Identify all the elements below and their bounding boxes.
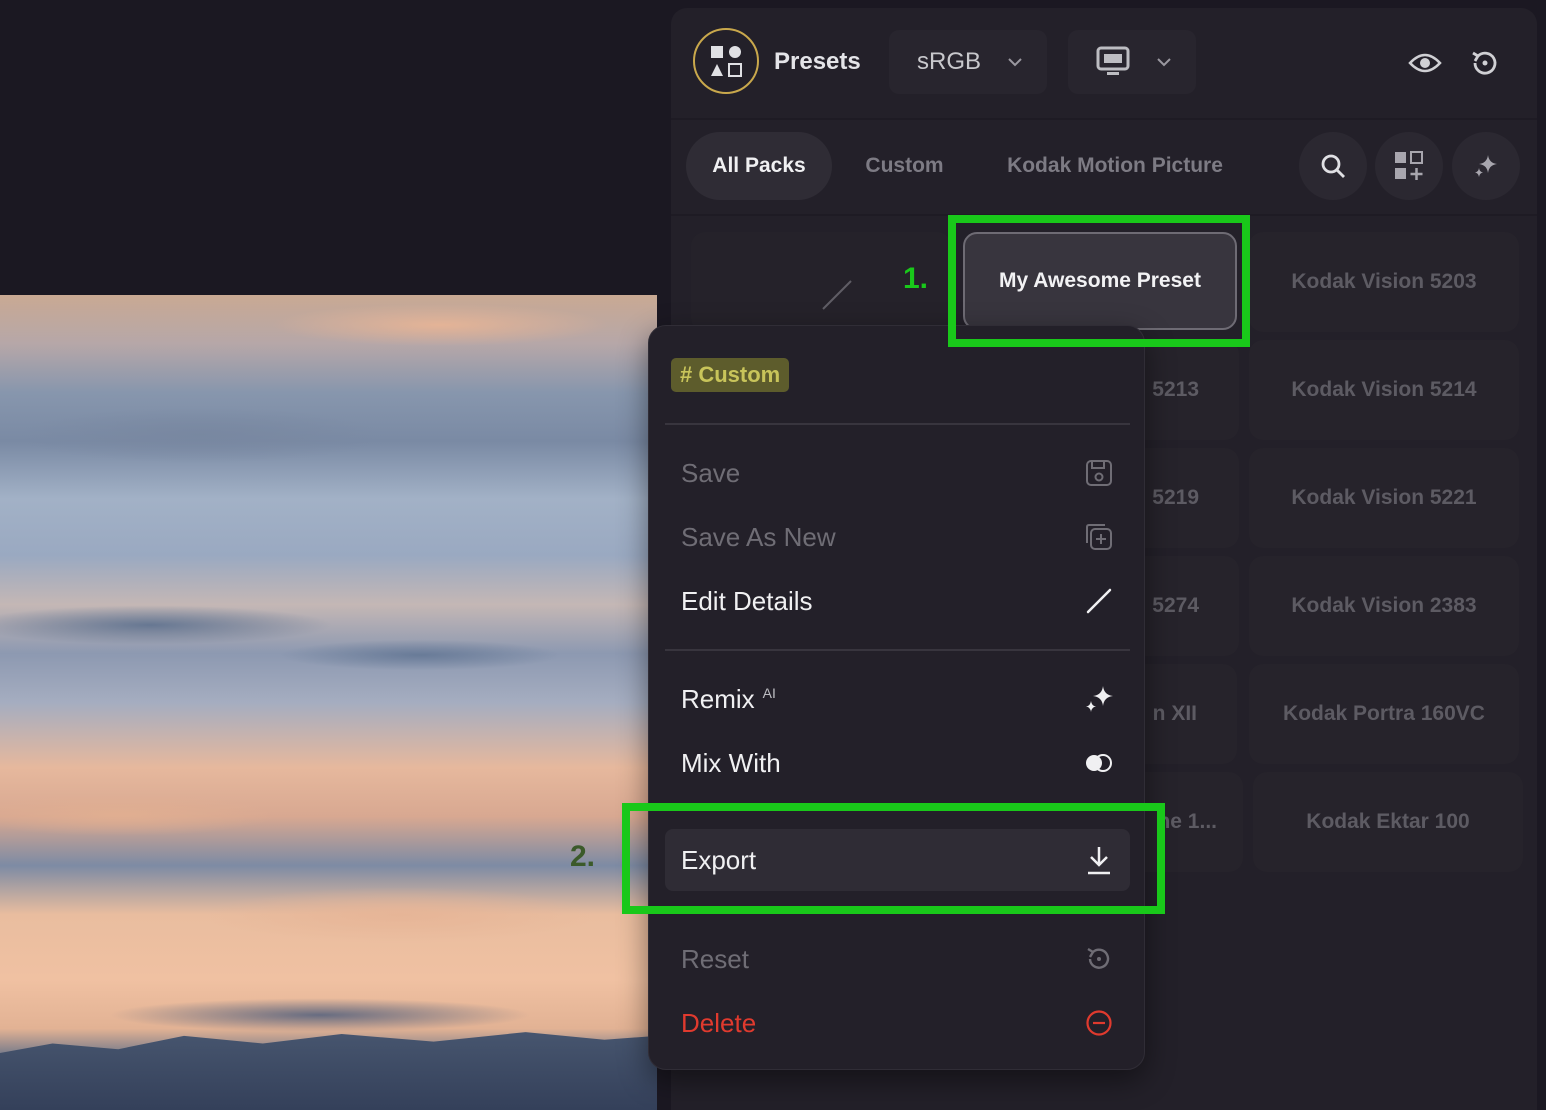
search-button[interactable] [1299,132,1367,200]
history-reset-icon[interactable] [1468,46,1502,80]
menu-item-mix-with[interactable]: Mix With [665,732,1130,794]
menu-divider [665,423,1130,425]
annotation-box-preset [948,215,1250,347]
panel-title: Presets [774,48,861,75]
preset-context-menu: # Custom Save Save As New Edit Details R… [648,325,1145,1070]
save-icon [1084,458,1114,488]
add-pack-button[interactable] [1375,132,1443,200]
ai-superscript: AI [762,684,776,701]
preset-tile[interactable]: Kodak Vision 2383 [1249,556,1519,656]
menu-item-edit-details[interactable]: Edit Details [665,570,1130,632]
menu-item-reset[interactable]: Reset [665,928,1130,990]
color-space-value: sRGB [917,48,982,75]
none-slash-icon [822,280,852,310]
menu-item-label: Delete [681,1007,757,1038]
image-hills [0,1032,657,1110]
minus-circle-icon [1084,1008,1114,1038]
menu-item-save[interactable]: Save [665,442,1130,504]
ai-button[interactable] [1452,132,1520,200]
menu-divider [665,649,1130,651]
remix-label: Remix [681,683,755,714]
sparkle-icon [1084,684,1114,714]
custom-tag-badge: # Custom [671,358,790,392]
app-logo-icon[interactable] [693,28,759,94]
menu-item-label: Save As New [681,521,836,552]
reset-icon [1084,944,1114,974]
tab-all-packs[interactable]: All Packs [686,132,832,200]
preset-tile[interactable]: Kodak Vision 5221 [1249,448,1519,548]
tab-kodak-motion-picture[interactable]: Kodak Motion Picture [987,132,1243,200]
monitor-icon [1096,46,1130,75]
preset-tile[interactable]: Kodak Vision 5214 [1249,340,1519,440]
menu-item-label: Remix AI [681,684,776,715]
panel-header: Presets sRGB [671,8,1537,118]
menu-item-label: Edit Details [681,585,813,616]
preset-tile[interactable]: Kodak Ektar 100 [1253,772,1523,872]
save-as-new-icon [1084,522,1114,552]
tab-custom[interactable]: Custom [847,132,962,200]
display-dropdown[interactable] [1068,30,1196,94]
preset-tile[interactable]: Kodak Vision 5203 [1249,232,1519,332]
chevron-down-icon [1008,58,1022,67]
menu-item-label: Reset [681,943,749,974]
menu-item-label: Mix With [681,747,781,778]
preset-tile[interactable]: Kodak Portra 160VC [1249,664,1519,764]
annotation-step-2: 2. [570,840,596,873]
color-space-dropdown[interactable]: sRGB [889,30,1047,94]
menu-item-save-as-new[interactable]: Save As New [665,506,1130,568]
preview-image [0,295,657,1110]
search-icon [1321,154,1345,178]
sparkle-icon [1475,155,1497,177]
menu-item-label: Save [681,457,741,488]
annotation-box-export [622,803,1165,914]
eye-icon[interactable] [1408,46,1442,80]
grid-plus-icon [1395,151,1423,180]
pack-tabs: All Packs Custom Kodak Motion Picture [671,120,1537,215]
pencil-icon [1084,586,1114,616]
chevron-down-icon [1157,58,1171,67]
menu-item-remix[interactable]: Remix AI [665,668,1130,730]
menu-item-delete[interactable]: Delete [665,992,1130,1054]
annotation-step-1: 1. [903,262,929,295]
mix-icon [1084,748,1114,778]
